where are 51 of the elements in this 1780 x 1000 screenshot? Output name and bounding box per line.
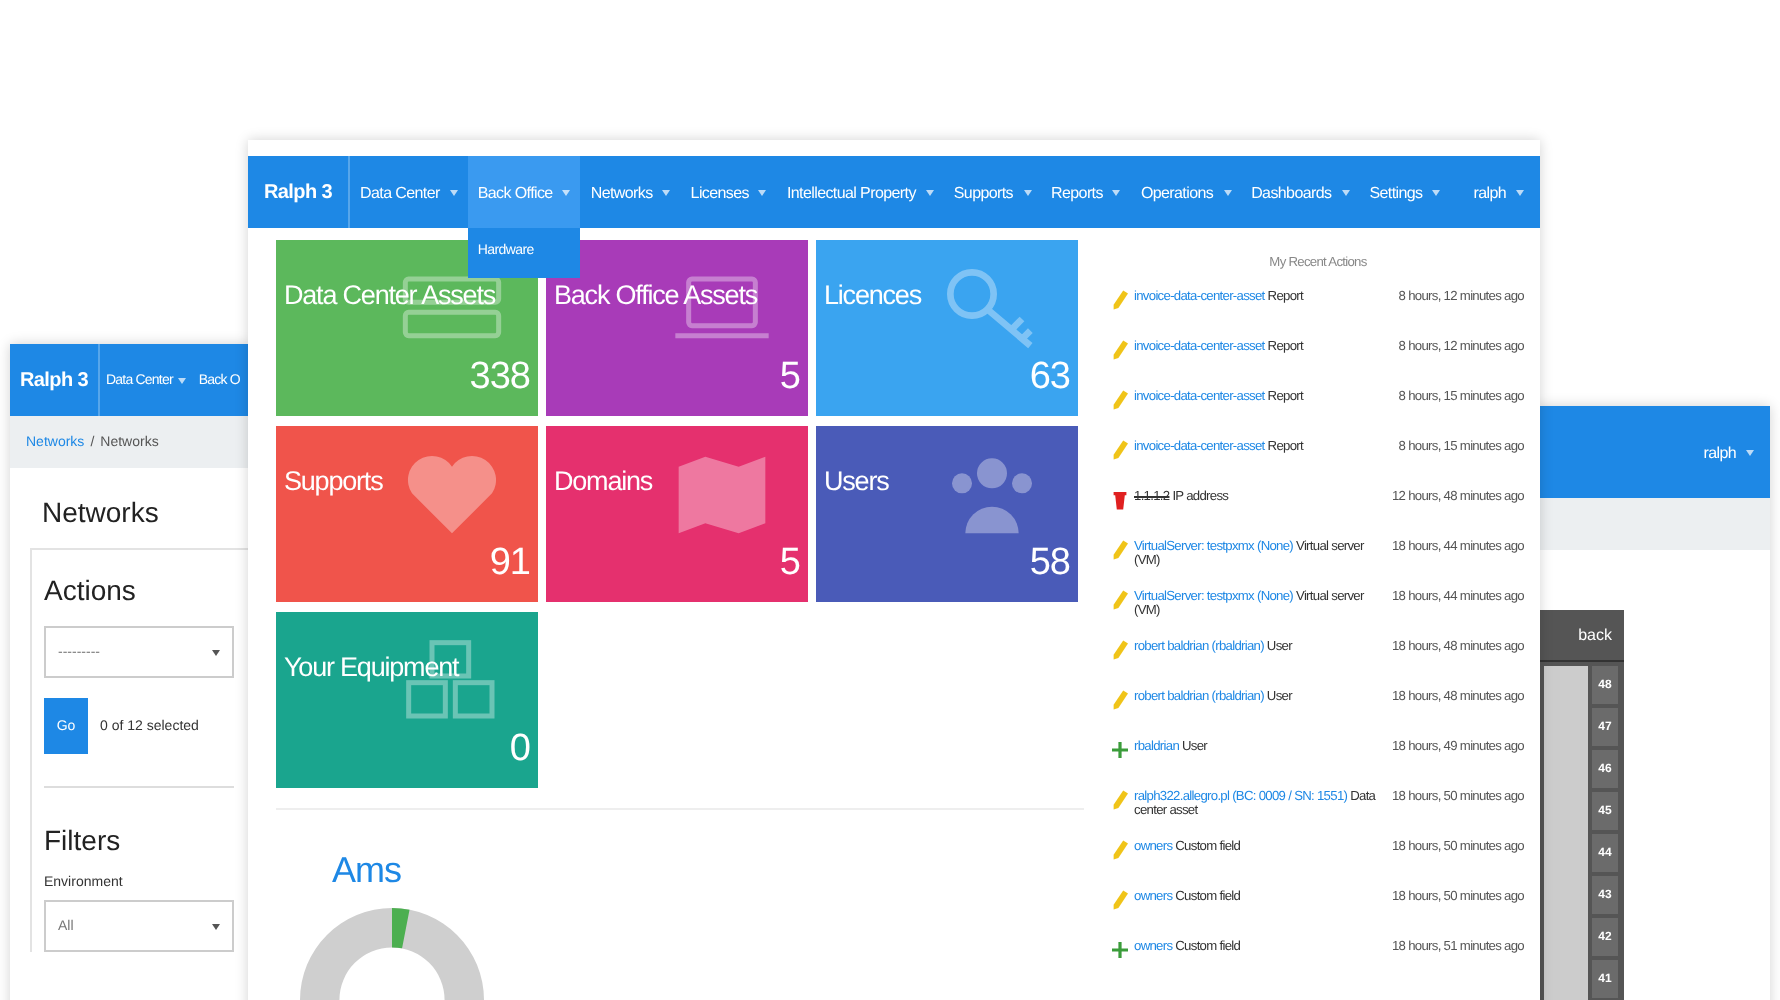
tile-title: Domains [554, 466, 653, 496]
tile-title: Supports [284, 466, 383, 496]
nav-menu-item[interactable]: Reports [1041, 156, 1131, 228]
user-menu[interactable]: ralph [1463, 156, 1540, 228]
stat-tile[interactable]: Back Office Assets 5 [546, 240, 808, 416]
section-heading: Actions [44, 574, 138, 606]
tile-count: 5 [779, 356, 800, 400]
nav-menu-item[interactable]: Supports [943, 156, 1042, 228]
tile-title: Your Equipment [284, 652, 459, 682]
brand-logo[interactable]: Ralph 3 [248, 156, 351, 228]
stat-tile[interactable]: Your Equipment 0 [276, 612, 538, 788]
nav-menu-item[interactable]: Networks [580, 156, 681, 228]
pencil-icon [1112, 440, 1128, 460]
tile-count: 0 [509, 728, 530, 772]
nav-menu-item[interactable]: Operations [1130, 156, 1242, 228]
trash-icon [1112, 490, 1128, 510]
section-heading: Filters [44, 824, 123, 856]
tile-title: Licences [824, 280, 921, 310]
stat-tile[interactable]: Supports 91 [276, 426, 538, 602]
plus-icon [1112, 740, 1128, 760]
plus-icon [1112, 940, 1128, 960]
tile-count: 91 [489, 542, 530, 586]
tile-title: Users [824, 466, 889, 496]
tile-title: Data Center Assets [284, 280, 496, 310]
chart-title: Ams [330, 850, 403, 892]
stat-tile[interactable]: Users 58 [816, 426, 1078, 602]
pencil-icon [1112, 640, 1128, 660]
stat-tile[interactable]: Domains 5 [546, 426, 808, 602]
nav-menu-item[interactable]: Back Office [467, 156, 581, 228]
tile-title: Back Office Assets [554, 280, 757, 310]
pencil-icon [1112, 790, 1128, 810]
tile-count: 58 [1029, 542, 1070, 586]
nav-menu-item[interactable]: Intellectual Property [776, 156, 944, 228]
pencil-icon [1112, 540, 1128, 560]
pencil-icon [1112, 840, 1128, 860]
pencil-icon [1112, 590, 1128, 610]
stat-tile[interactable]: Licences 63 [816, 240, 1078, 416]
nav-menu-item[interactable]: Data Center [350, 156, 468, 228]
pencil-icon [1112, 340, 1128, 360]
pencil-icon [1112, 390, 1128, 410]
pencil-icon [1112, 290, 1128, 310]
pencil-icon [1112, 690, 1128, 710]
tile-count: 63 [1029, 356, 1070, 400]
page-heading: Networks [40, 496, 161, 532]
nav-menu-item[interactable]: Licenses [680, 156, 777, 228]
nav-menu-item[interactable]: Settings [1359, 156, 1451, 228]
tile-count: 338 [469, 356, 530, 400]
nav-menu-item[interactable]: Dashboards [1241, 156, 1360, 228]
pencil-icon [1112, 890, 1128, 910]
tile-count: 5 [779, 542, 800, 586]
user-menu[interactable]: ralph [1693, 406, 1770, 498]
